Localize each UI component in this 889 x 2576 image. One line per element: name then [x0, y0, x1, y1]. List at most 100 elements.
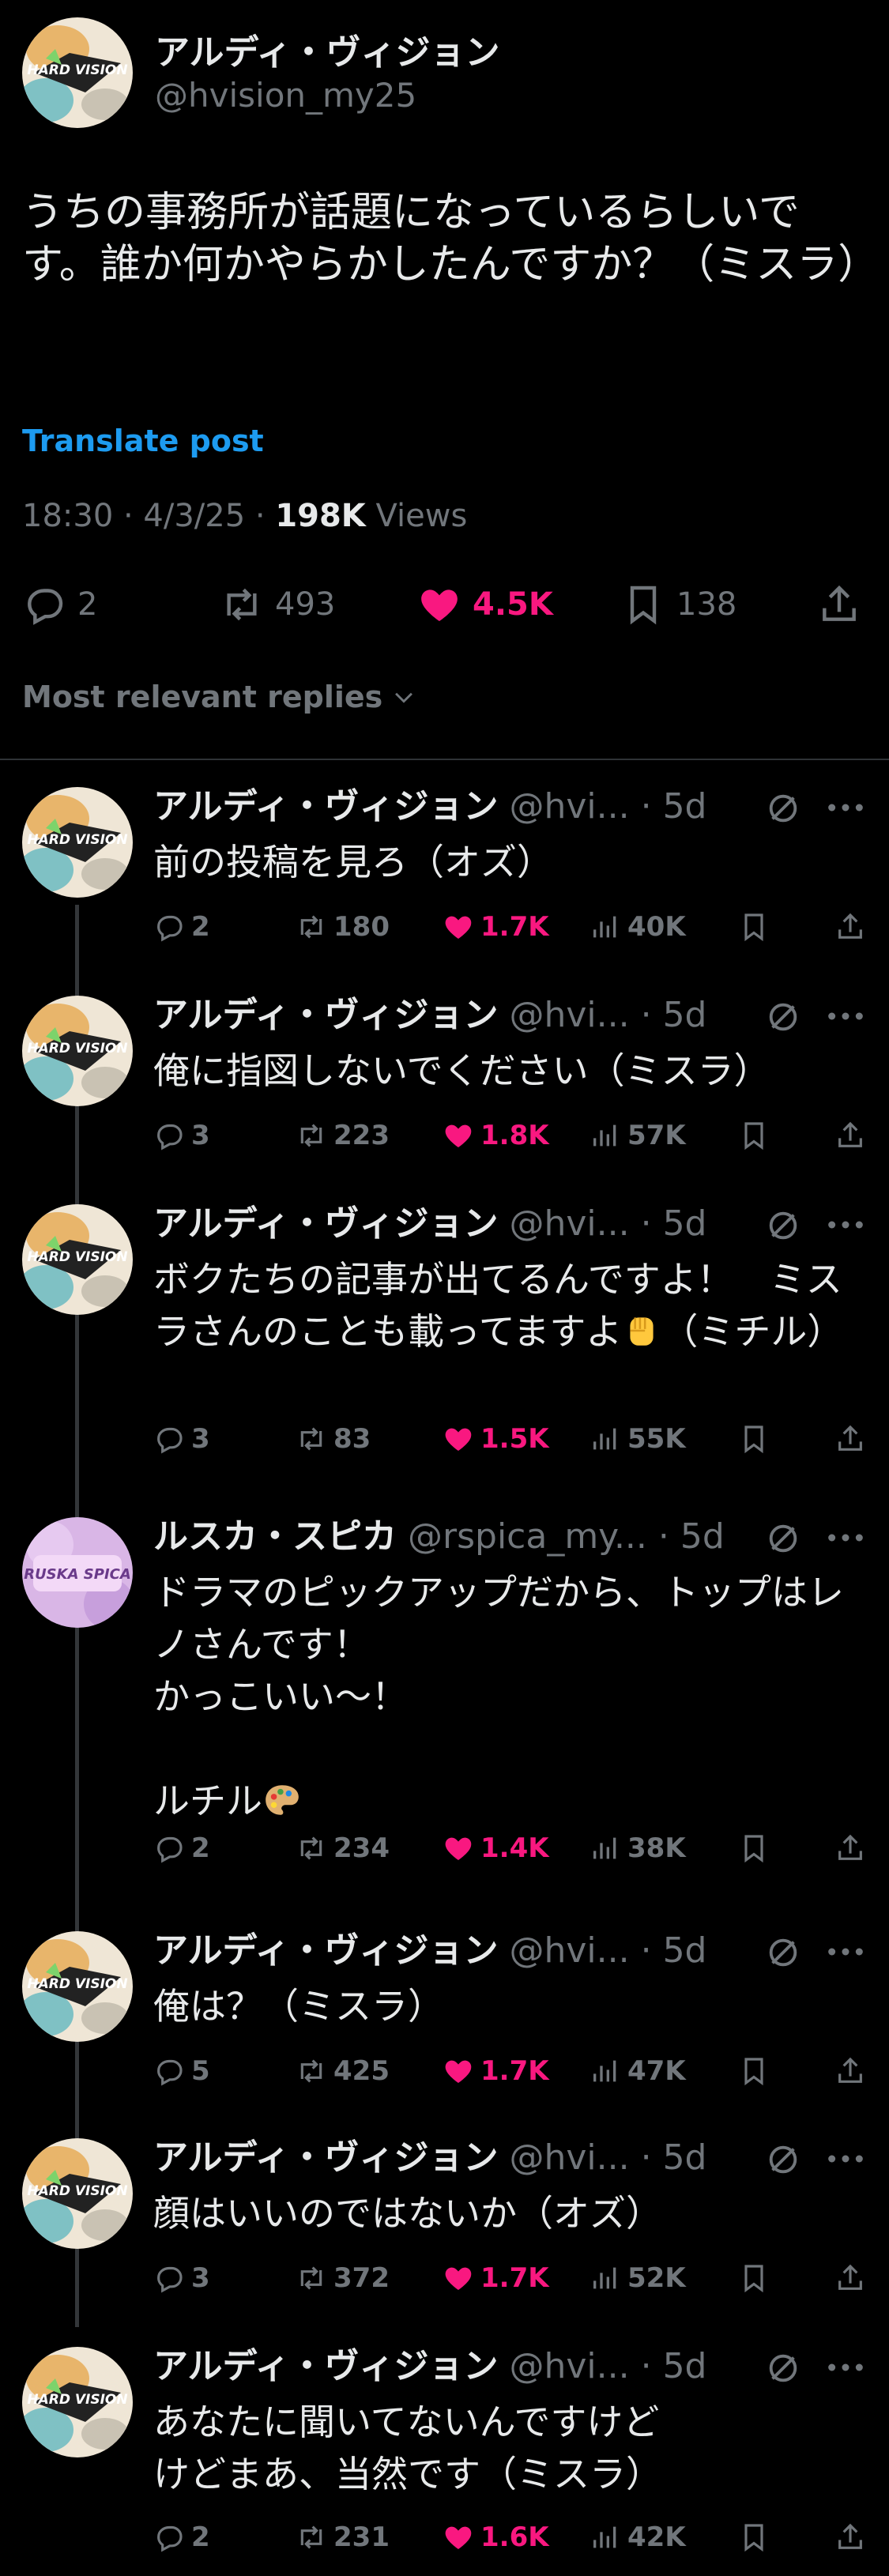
reply-item[interactable]: HARD VISION アルディ・ヴィジョン @hvi... · 5d 俺は？（…	[0, 1931, 889, 2099]
reply-button[interactable]: 2	[153, 1828, 210, 1868]
reply-button[interactable]: 5	[153, 2051, 210, 2091]
bookmark-button[interactable]: 138	[621, 577, 736, 632]
like-button[interactable]: 1.7K	[443, 907, 549, 947]
reply-time[interactable]: 5d	[680, 1516, 725, 1557]
author-name[interactable]: アルディ・ヴィジョン	[155, 24, 499, 74]
bookmark-button[interactable]	[738, 2051, 770, 2091]
grok-icon[interactable]	[765, 1207, 801, 1244]
reply-item[interactable]: RUSKA SPICA ルスカ・スピカ @rspica_my... · 5d ド…	[0, 1517, 889, 1876]
reply-time[interactable]: 5d	[663, 1203, 707, 1244]
reply-author-name[interactable]: アルディ・ヴィジョン	[153, 995, 498, 1035]
reply-button[interactable]: 3	[153, 2258, 210, 2298]
grok-icon[interactable]	[765, 2350, 801, 2386]
repost-button[interactable]: 223	[296, 1116, 390, 1155]
reply-author-handle[interactable]: @hvi...	[509, 786, 629, 827]
reply-time[interactable]: 5d	[663, 995, 707, 1035]
reply-author-name[interactable]: アルディ・ヴィジョン	[153, 786, 498, 827]
share-button[interactable]	[834, 907, 866, 947]
reply-author-handle[interactable]: @hvi...	[509, 1203, 629, 1244]
more-options-icon[interactable]	[825, 1522, 866, 1554]
more-options-icon[interactable]	[825, 1936, 866, 1968]
reply-item[interactable]: HARD VISION アルディ・ヴィジョン @hvi... · 5d ボクたち…	[0, 1204, 889, 1467]
like-button[interactable]: 1.7K	[443, 2051, 549, 2091]
like-button[interactable]: 1.6K	[443, 2518, 549, 2557]
avatar[interactable]: RUSKA SPICA	[22, 1517, 133, 1628]
replies-sort-dropdown[interactable]: Most relevant replies	[22, 680, 417, 714]
views-button[interactable]: 42K	[590, 2518, 686, 2557]
reply-author-name[interactable]: アルディ・ヴィジョン	[153, 1930, 498, 1971]
views-button[interactable]: 57K	[590, 1116, 686, 1155]
views-button[interactable]: 40K	[590, 907, 686, 947]
share-button[interactable]	[834, 2051, 866, 2091]
author-handle[interactable]: @hvision_my25	[155, 76, 416, 115]
share-button[interactable]	[834, 1116, 866, 1155]
more-options-icon[interactable]	[825, 1209, 866, 1241]
reply-button[interactable]: 3	[153, 1419, 210, 1459]
reply-author-handle[interactable]: @hvi...	[509, 995, 629, 1035]
views-button[interactable]: 55K	[590, 1419, 686, 1459]
more-options-icon[interactable]	[825, 2352, 866, 2383]
reply-button[interactable]: 2	[153, 2518, 210, 2557]
reply-author-name[interactable]: アルディ・ヴィジョン	[153, 1203, 498, 1244]
repost-button[interactable]: 425	[296, 2051, 390, 2091]
grok-icon[interactable]	[765, 1520, 801, 1557]
avatar[interactable]: HARD VISION	[22, 787, 133, 898]
bookmark-button[interactable]	[738, 2258, 770, 2298]
reply-author-name[interactable]: アルディ・ヴィジョン	[153, 2137, 498, 2178]
reply-time[interactable]: 5d	[663, 1930, 707, 1971]
like-button[interactable]: 1.5K	[443, 1419, 549, 1459]
reply-time[interactable]: 5d	[663, 2346, 707, 2386]
repost-button[interactable]: 372	[296, 2258, 390, 2298]
avatar[interactable]: HARD VISION	[22, 2347, 133, 2457]
avatar[interactable]: HARD VISION	[22, 1204, 133, 1315]
reply-item[interactable]: HARD VISION アルディ・ヴィジョン @hvi... · 5d 顔はいい…	[0, 2138, 889, 2306]
repost-button[interactable]: 234	[296, 1828, 390, 1868]
reply-item[interactable]: HARD VISION アルディ・ヴィジョン @hvi... · 5d 俺に指図…	[0, 996, 889, 1163]
more-options-icon[interactable]	[825, 1000, 866, 1032]
bookmark-button[interactable]	[738, 1828, 770, 1868]
share-button[interactable]	[834, 1828, 866, 1868]
avatar[interactable]: HARD VISION	[22, 1931, 133, 2042]
reply-author-handle[interactable]: @hvi...	[509, 2137, 629, 2178]
grok-icon[interactable]	[765, 790, 801, 827]
views-button[interactable]: 38K	[590, 1828, 686, 1868]
avatar[interactable]: HARD VISION	[22, 2138, 133, 2249]
reply-item[interactable]: HARD VISION アルディ・ヴィジョン @hvi... · 5d 前の投稿…	[0, 787, 889, 955]
reply-time[interactable]: 5d	[663, 786, 707, 827]
more-options-icon[interactable]	[825, 792, 866, 823]
bookmark-button[interactable]	[738, 2518, 770, 2557]
share-button[interactable]	[834, 2518, 866, 2557]
reply-time[interactable]: 5d	[663, 2137, 707, 2178]
more-options-icon[interactable]	[825, 2143, 866, 2175]
repost-button[interactable]: 231	[296, 2518, 390, 2557]
share-button[interactable]	[834, 2258, 866, 2298]
reply-author-handle[interactable]: @hvi...	[509, 1930, 629, 1971]
bookmark-button[interactable]	[738, 907, 770, 947]
share-button[interactable]	[834, 1419, 866, 1459]
post-time[interactable]: 18:30 · 4/3/25 ·	[22, 498, 275, 534]
bookmark-button[interactable]	[738, 1116, 770, 1155]
reply-author-handle[interactable]: @hvi...	[509, 2346, 629, 2386]
reply-author-handle[interactable]: @rspica_my...	[408, 1516, 647, 1557]
repost-button[interactable]: 493	[220, 577, 335, 632]
bookmark-button[interactable]	[738, 1419, 770, 1459]
views-button[interactable]: 47K	[590, 2051, 686, 2091]
views-button[interactable]: 52K	[590, 2258, 686, 2298]
translate-post-link[interactable]: Translate post	[22, 424, 264, 458]
grok-icon[interactable]	[765, 1934, 801, 1971]
like-button[interactable]: 1.4K	[443, 1828, 549, 1868]
reply-item[interactable]: HARD VISION アルディ・ヴィジョン @hvi... · 5d あなたに…	[0, 2347, 889, 2565]
avatar[interactable]: HARD VISION	[22, 17, 133, 128]
grok-icon[interactable]	[765, 2141, 801, 2178]
grok-icon[interactable]	[765, 999, 801, 1035]
reply-button[interactable]: 3	[153, 1116, 210, 1155]
reply-author-name[interactable]: アルディ・ヴィジョン	[153, 2346, 498, 2386]
repost-button[interactable]: 180	[296, 907, 390, 947]
share-button[interactable]	[817, 577, 861, 632]
reply-button[interactable]: 2	[153, 907, 210, 947]
avatar[interactable]: HARD VISION	[22, 996, 133, 1106]
reply-author-name[interactable]: ルスカ・スピカ	[153, 1516, 397, 1557]
reply-button[interactable]: 2	[22, 577, 97, 632]
like-button[interactable]: 1.7K	[443, 2258, 549, 2298]
repost-button[interactable]: 83	[296, 1419, 371, 1459]
